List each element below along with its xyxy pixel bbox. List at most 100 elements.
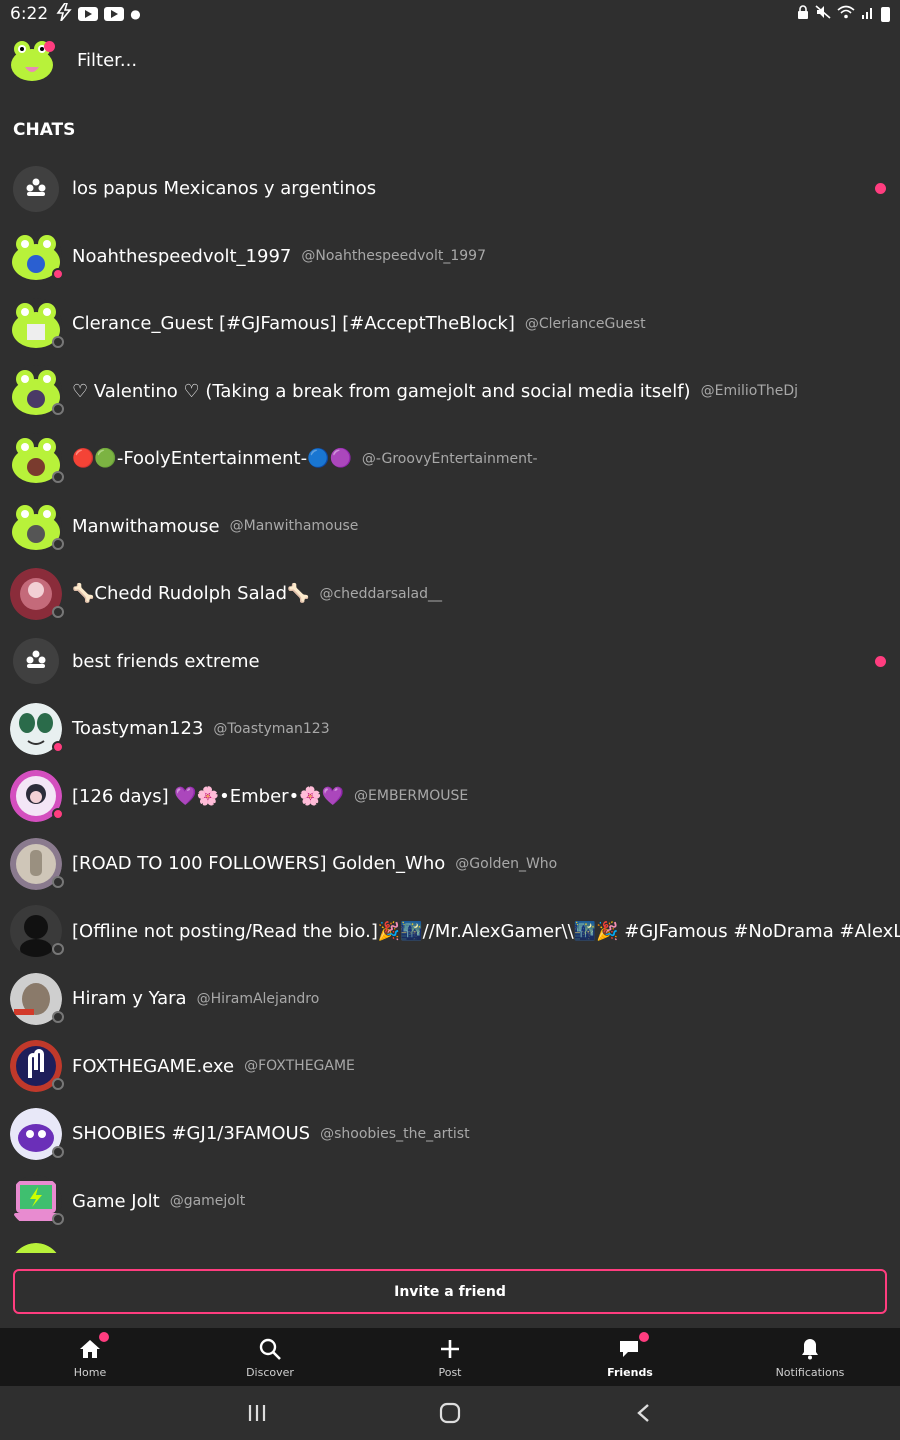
presence-indicator: [52, 335, 64, 348]
chat-row[interactable]: Clerance_Guest [#GJFamous] [#AcceptTheBl…: [0, 290, 900, 358]
wifi-icon: [837, 5, 855, 23]
mute-icon: [815, 5, 831, 23]
invite-area: Invite a friend: [0, 1253, 900, 1328]
nav-home[interactable]: Home: [0, 1328, 180, 1386]
unread-indicator: [875, 655, 886, 667]
invite-friend-button[interactable]: Invite a friend: [13, 1269, 887, 1314]
presence-indicator: [52, 943, 64, 956]
avatar: [10, 432, 64, 485]
nav-label: Notifications: [775, 1365, 845, 1379]
chat-handle: @Manwithamouse: [229, 518, 359, 535]
chat-row[interactable]: ♡ Valentino ♡ (Taking a break from gamej…: [0, 358, 900, 426]
chat-handle: @gamejolt: [169, 1193, 246, 1210]
dot-icon: ●: [130, 7, 141, 21]
avatar: [10, 500, 64, 553]
avatar: [10, 1242, 62, 1253]
presence-indicator: [52, 808, 64, 821]
chat-name: Toastyman123: [72, 718, 204, 740]
recents-icon[interactable]: [227, 1393, 287, 1433]
nav-label: Home: [73, 1365, 107, 1379]
chat-name: [Offline not posting/Read the bio.]🎉🌃//M…: [72, 920, 900, 942]
chat-row[interactable]: 🔴🟢-FoolyEntertainment-🔵🟣 @-GroovyEnterta…: [0, 425, 900, 493]
signal-icon: [861, 5, 875, 23]
section-title: CHATS: [13, 120, 76, 140]
chat-name: Noahthespeedvolt_1997: [72, 245, 292, 267]
chat-name: SHOOBIES #GJ1/3FAMOUS: [72, 1123, 311, 1145]
nav-discover[interactable]: Discover: [180, 1328, 360, 1386]
system-nav-bar: [0, 1386, 900, 1440]
chat-handle: @cheddarsalad__: [319, 585, 442, 602]
chat-row[interactable]: los papus Mexicanos y argentinos: [0, 155, 900, 223]
chat-handle: @Toastyman123: [213, 720, 330, 737]
chat-row[interactable]: [126 days] 💜🌸•Ember•🌸💜 @EMBERMOUSE: [0, 763, 900, 831]
nav-post[interactable]: Post: [360, 1328, 540, 1386]
avatar: [10, 1107, 64, 1160]
lightning-icon: [56, 1, 72, 26]
filter-input[interactable]: [77, 49, 477, 71]
chat-handle: @shoobies_the_artist: [320, 1125, 470, 1142]
chat-name: FOXTHEGAME.exe: [72, 1055, 235, 1077]
avatar: [10, 163, 62, 215]
nav-friends[interactable]: Friends: [540, 1328, 720, 1386]
chat-row[interactable]: [ROAD TO 100 FOLLOWERS] Golden_Who @Gold…: [0, 830, 900, 898]
chat-row[interactable]: FOXTHEGAME.exe @FOXTHEGAME: [0, 1033, 900, 1101]
nav-label: Discover: [246, 1365, 294, 1379]
chat-row[interactable]: Hiram y Yara @HiramAlejandro: [0, 965, 900, 1033]
chat-handle: @Golden_Who: [455, 855, 558, 872]
chat-row[interactable]: [0, 1235, 900, 1253]
chat-name: Game Jolt: [72, 1190, 160, 1212]
presence-indicator: [52, 740, 64, 753]
home-icon: [79, 1331, 109, 1362]
chat-row[interactable]: Game Jolt @gamejolt: [0, 1168, 900, 1236]
lock-icon: [797, 5, 809, 23]
avatar: [10, 1175, 64, 1228]
chat-list[interactable]: los papus Mexicanos y argentinos Noahthe…: [0, 155, 900, 1253]
plus-icon: [440, 1336, 460, 1362]
chat-handle: @EmilioTheDj: [700, 383, 799, 400]
chat-row[interactable]: best friends extreme: [0, 628, 900, 696]
presence-indicator: [52, 605, 64, 618]
chat-name: 🔴🟢-FoolyEntertainment-🔵🟣: [72, 448, 352, 470]
chat-bubbles-icon: [619, 1331, 649, 1362]
avatar: [10, 837, 64, 890]
avatar: [10, 635, 62, 687]
back-icon[interactable]: [613, 1393, 673, 1433]
unread-indicator: [875, 183, 886, 194]
home-button-icon[interactable]: [420, 1393, 480, 1433]
bell-icon: [800, 1336, 820, 1362]
chat-row[interactable]: Toastyman123 @Toastyman123: [0, 695, 900, 763]
nav-label: Friends: [607, 1365, 653, 1379]
my-avatar[interactable]: [9, 37, 55, 83]
chat-handle: @-GroovyEntertainment-: [361, 450, 538, 467]
avatar: [10, 702, 64, 755]
presence-indicator: [52, 1078, 64, 1091]
chat-handle: @Noahthespeedvolt_1997: [301, 248, 486, 265]
chat-row[interactable]: Manwithamouse @Manwithamouse: [0, 493, 900, 561]
chat-name: Hiram y Yara: [72, 988, 187, 1010]
avatar: [10, 297, 64, 350]
chat-row[interactable]: SHOOBIES #GJ1/3FAMOUS @shoobies_the_arti…: [0, 1100, 900, 1168]
bottom-nav: Home Discover Post Friends Notifications: [0, 1328, 900, 1386]
chat-handle: @FOXTHEGAME: [244, 1058, 355, 1075]
battery-icon: [881, 6, 890, 22]
chat-row[interactable]: [Offline not posting/Read the bio.]🎉🌃//M…: [0, 898, 900, 966]
chat-handle: @ClerianceGuest: [524, 315, 646, 332]
chat-name: 🦴Chedd Rudolph Salad🦴: [72, 583, 310, 605]
chat-row[interactable]: Noahthespeedvolt_1997 @Noahthespeedvolt_…: [0, 223, 900, 291]
chat-name: ♡ Valentino ♡ (Taking a break from gamej…: [72, 380, 691, 402]
nav-badge: [639, 1331, 649, 1342]
status-time: 6:22: [10, 4, 49, 24]
avatar: [10, 567, 64, 620]
chat-row[interactable]: 🦴Chedd Rudolph Salad🦴 @cheddarsalad__: [0, 560, 900, 628]
nav-notifications[interactable]: Notifications: [720, 1328, 900, 1386]
presence-indicator: [52, 268, 64, 281]
header: [0, 32, 900, 88]
chat-name: [126 days] 💜🌸•Ember•🌸💜: [72, 785, 345, 807]
chat-handle: @HiramAlejandro: [196, 990, 320, 1007]
avatar: [10, 905, 64, 958]
presence-indicator: [52, 1010, 64, 1023]
avatar: [10, 230, 64, 283]
chat-name: best friends extreme: [72, 650, 260, 672]
avatar: [10, 972, 64, 1025]
presence-indicator: [52, 538, 64, 551]
